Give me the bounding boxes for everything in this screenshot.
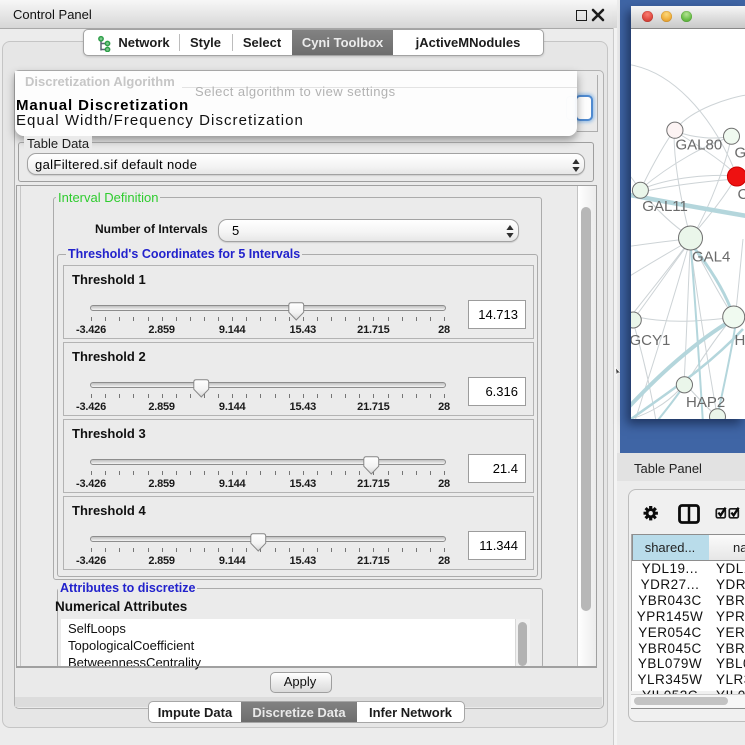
svg-text:GAL80: GAL80 <box>676 137 723 154</box>
svg-text:GAL4: GAL4 <box>692 249 730 266</box>
svg-text:HAP2: HAP2 <box>686 394 725 411</box>
svg-text:GCY1: GCY1 <box>631 332 670 349</box>
svg-text:GA: GA <box>735 145 745 162</box>
svg-text:C: C <box>738 186 745 203</box>
svg-text:H: H <box>735 332 745 349</box>
svg-text:GAL11: GAL11 <box>642 198 688 215</box>
